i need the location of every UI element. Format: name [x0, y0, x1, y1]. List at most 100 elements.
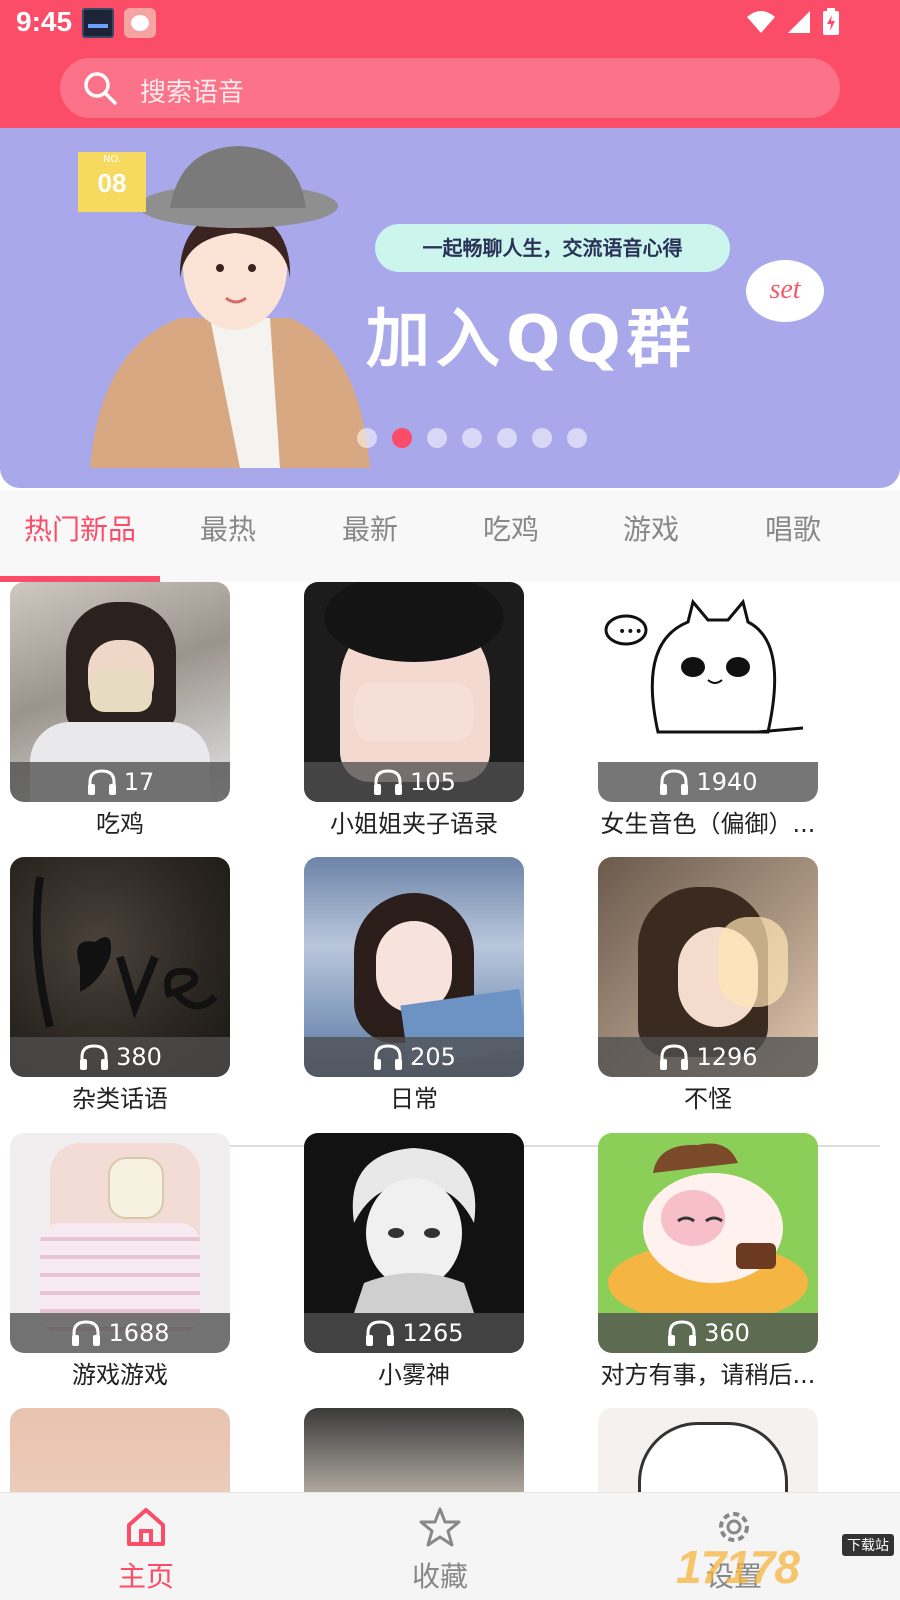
play-count: 1265 — [402, 1319, 464, 1347]
voice-card[interactable]: 1296 不怪 — [598, 857, 840, 1125]
play-count-band: 1688 — [10, 1313, 230, 1353]
banner-dot[interactable] — [427, 428, 447, 448]
card-title[interactable]: 不怪 — [598, 1079, 818, 1114]
headphones-icon — [660, 1044, 689, 1070]
card-thumbnail[interactable] — [304, 1408, 524, 1492]
card-thumbnail[interactable] — [10, 1408, 230, 1492]
signal-icon — [788, 11, 810, 33]
battery-icon — [823, 8, 839, 35]
card-title[interactable]: 杂类话语 — [10, 1079, 230, 1114]
card-thumbnail[interactable]: 380 — [10, 857, 230, 1077]
headphones-icon — [374, 769, 403, 795]
card-thumbnail[interactable]: ••• 1940 — [598, 582, 818, 802]
voice-card[interactable]: 360 对方有事，请稍后... — [598, 1133, 840, 1401]
voice-card[interactable] — [304, 1408, 546, 1492]
card-title[interactable]: 女生音色（偏御）... — [598, 804, 818, 839]
headphones-icon — [668, 1320, 697, 1346]
headphones-icon — [72, 1320, 101, 1346]
banner-dot-active[interactable] — [392, 428, 412, 448]
play-count: 205 — [410, 1043, 456, 1071]
love-text-illustration — [32, 876, 218, 1028]
app-header: 9:45 搜索语音 — [0, 0, 900, 128]
search-icon — [84, 72, 117, 105]
banner-badge-label: NO. — [102, 154, 122, 165]
voice-card[interactable]: 105 小姐姐夹子语录 — [304, 582, 546, 850]
status-indicators — [746, 8, 840, 36]
banner-headline: 加入QQ群 — [366, 303, 697, 377]
banner-dot[interactable] — [532, 428, 552, 448]
card-thumbnail[interactable]: 105 — [304, 582, 524, 802]
card-title[interactable]: 对方有事，请稍后... — [598, 1355, 818, 1390]
headphones-icon — [80, 1044, 109, 1070]
search-bar[interactable]: 搜索语音 — [60, 58, 840, 118]
tab-hottest[interactable]: 最热 — [200, 508, 256, 548]
voice-card[interactable]: 1265 小雾神 — [304, 1133, 546, 1401]
cartoon-cat-illustration: ••• — [604, 598, 804, 734]
play-count-band: 1296 — [598, 1037, 818, 1077]
voice-card[interactable]: 1688 游戏游戏 — [10, 1133, 252, 1401]
card-thumbnail[interactable]: 17 — [10, 582, 230, 802]
promo-banner[interactable]: NO. 08 一起畅聊人生，交流语音心得 加入QQ群 set — [0, 128, 900, 488]
headphones-icon — [87, 769, 116, 795]
voice-card[interactable]: ••• 1940 女生音色（偏御）... — [598, 582, 840, 850]
banner-dot[interactable] — [497, 428, 517, 448]
card-thumbnail[interactable]: 1688 — [10, 1133, 230, 1353]
tab-pubg[interactable]: 吃鸡 — [483, 508, 539, 548]
notification-app-icon — [82, 8, 114, 38]
voice-card[interactable]: 17 吃鸡 — [10, 582, 252, 850]
card-thumbnail[interactable] — [598, 1408, 818, 1492]
card-title[interactable]: 小雾神 — [304, 1355, 524, 1390]
card-thumbnail[interactable]: 360 — [598, 1133, 818, 1353]
voice-card[interactable] — [598, 1408, 840, 1492]
voice-card[interactable] — [10, 1408, 252, 1492]
play-count: 105 — [410, 768, 456, 796]
site-watermark: 17178 下载站 — [676, 1534, 900, 1600]
notification-rice-icon — [124, 8, 156, 38]
card-title[interactable]: 小姐姐夹子语录 — [304, 804, 524, 839]
banner-badge: NO. 08 — [78, 152, 146, 212]
play-count: 17 — [123, 768, 155, 796]
voice-card[interactable]: 205 日常 — [304, 857, 546, 1125]
status-time: 9:45 — [16, 6, 73, 37]
banner-dot[interactable] — [357, 428, 377, 448]
nav-home-label: 主页 — [117, 1560, 174, 1593]
wifi-icon — [747, 11, 775, 33]
tab-hot-new[interactable]: 热门新品 — [24, 508, 136, 548]
cartoon-sheep-illustration — [608, 1143, 808, 1313]
nav-favorites[interactable]: 收藏 — [360, 1493, 520, 1600]
card-thumbnail[interactable]: 1296 — [598, 857, 818, 1077]
banner-dot[interactable] — [462, 428, 482, 448]
banner-sticker: set — [746, 260, 824, 322]
status-bar: 9:45 — [0, 0, 900, 50]
nav-favorites-label: 收藏 — [411, 1560, 468, 1593]
play-count: 360 — [704, 1319, 750, 1347]
play-count-band: 17 — [10, 762, 230, 802]
search-placeholder[interactable]: 搜索语音 — [140, 72, 244, 109]
tab-singing[interactable]: 唱歌 — [765, 508, 821, 548]
play-count-band: 105 — [304, 762, 524, 802]
card-thumbnail[interactable]: 1265 — [304, 1133, 524, 1353]
play-count-band: 205 — [304, 1037, 524, 1077]
play-count-band: 1265 — [304, 1313, 524, 1353]
card-title[interactable]: 日常 — [304, 1079, 524, 1114]
tab-newest[interactable]: 最新 — [342, 508, 398, 548]
play-count-band: 1940 — [598, 762, 818, 802]
watermark-tag: 下载站 — [842, 1534, 894, 1556]
anime-boy-illustration — [352, 1148, 476, 1313]
nav-home[interactable]: 主页 — [66, 1493, 226, 1600]
headphones-icon — [374, 1044, 403, 1070]
card-title[interactable]: 吃鸡 — [10, 804, 230, 839]
card-title[interactable]: 游戏游戏 — [10, 1355, 230, 1390]
category-tabs: 热门新品 最热 最新 吃鸡 游戏 唱歌 — [0, 490, 900, 582]
play-count: 1296 — [696, 1043, 758, 1071]
tab-games[interactable]: 游戏 — [623, 508, 679, 548]
voice-card[interactable]: 380 杂类话语 — [10, 857, 252, 1125]
headphones-icon — [366, 1320, 395, 1346]
banner-dot[interactable] — [567, 428, 587, 448]
play-count: 1940 — [696, 768, 758, 796]
play-count-band: 360 — [598, 1313, 818, 1353]
card-thumbnail[interactable]: 205 — [304, 857, 524, 1077]
play-count-band: 380 — [10, 1037, 230, 1077]
banner-pagination[interactable] — [0, 428, 900, 448]
play-count: 380 — [116, 1043, 162, 1071]
